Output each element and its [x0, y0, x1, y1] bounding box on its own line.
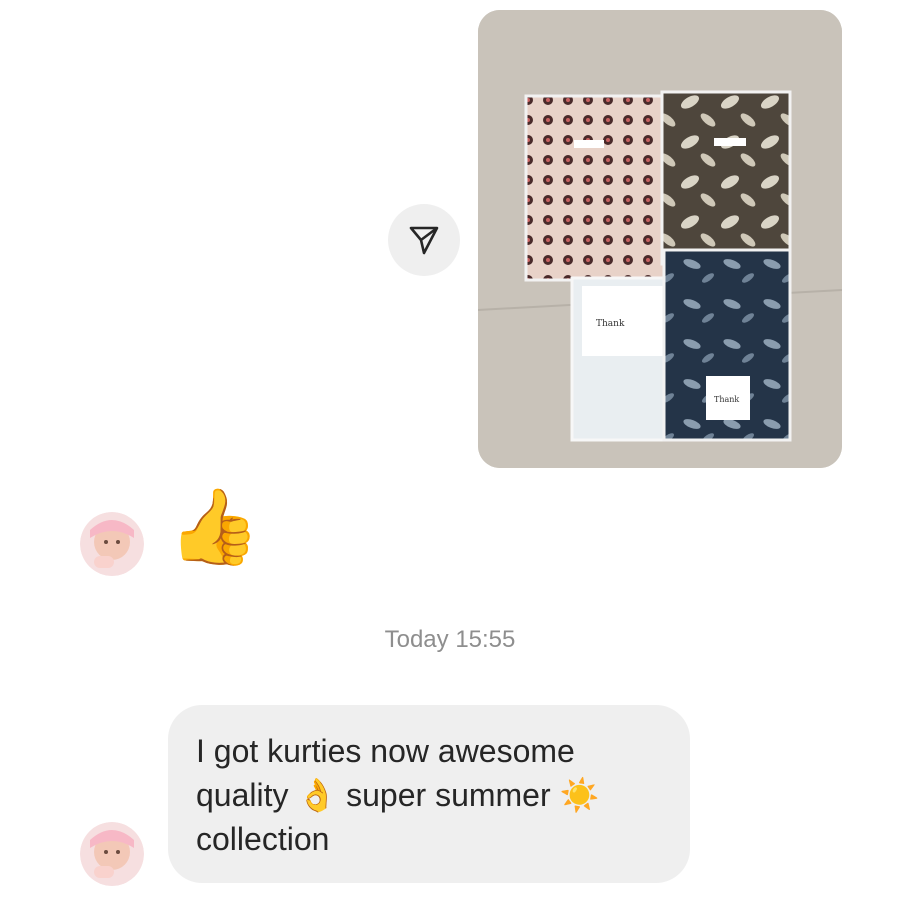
message-text-quality: quality [196, 777, 289, 813]
baby-avatar-icon [80, 512, 144, 576]
sun-emoji: ☀️ [559, 776, 600, 814]
message-line-1: I got kurties now awesome [196, 733, 575, 769]
ok-hand-emoji: 👌 [297, 776, 338, 814]
message-line-2: quality 👌 super summer ☀️ [196, 773, 662, 817]
shared-photo[interactable]: Thank Thank [478, 10, 842, 468]
pink-kurti-package [524, 94, 666, 282]
sender-avatar[interactable] [80, 512, 144, 576]
olive-kurti-package [660, 90, 792, 266]
message-timestamp: Today 15:55 [384, 626, 516, 653]
share-button[interactable] [388, 204, 460, 276]
paper-plane-icon [409, 226, 439, 255]
baby-avatar-icon [80, 822, 144, 886]
sender-avatar[interactable] [80, 822, 144, 886]
navy-kurti-package: Thank [662, 248, 792, 442]
message-bubble[interactable]: I got kurties now awesome quality 👌 supe… [168, 705, 690, 883]
svg-text:Thank: Thank [714, 395, 739, 404]
message-line-3: collection [196, 821, 330, 857]
svg-text:Thank: Thank [596, 319, 625, 329]
thumbs-up-reaction[interactable]: 👍 [168, 490, 260, 564]
white-package: Thank [570, 276, 666, 442]
message-text-summer: super summer [346, 777, 551, 813]
